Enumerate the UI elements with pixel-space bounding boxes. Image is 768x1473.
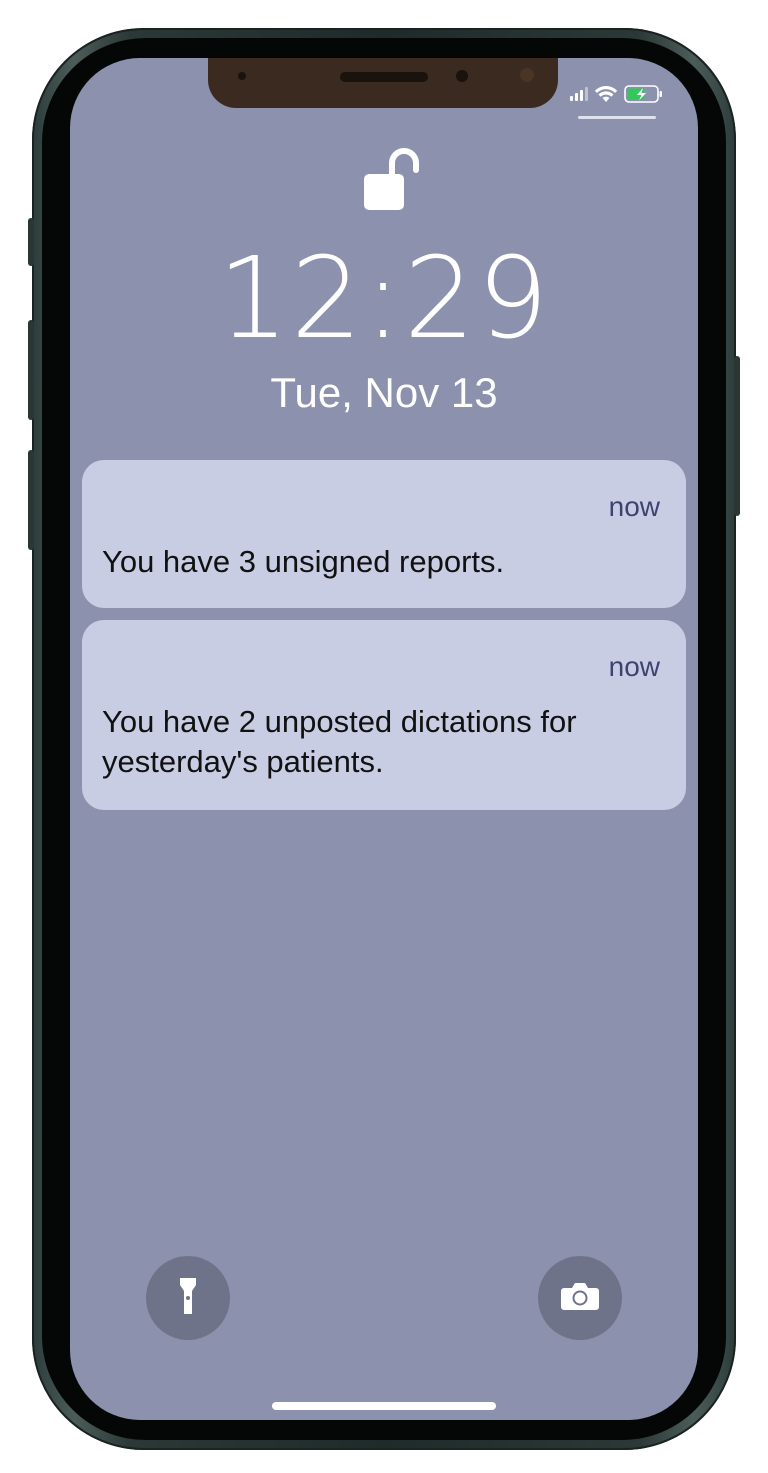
status-bar: [570, 84, 664, 104]
clock-time: 12:29: [217, 234, 551, 364]
notification-time: now: [608, 491, 660, 522]
volume-up-button: [28, 320, 34, 420]
notification-card[interactable]: now You have 3 unsigned reports.: [82, 460, 686, 608]
power-button: [734, 356, 740, 516]
ambient-sensor: [456, 70, 468, 82]
earpiece-speaker: [340, 72, 428, 82]
volume-down-button: [28, 450, 34, 550]
battery-charging-icon: [624, 84, 664, 104]
notification-card[interactable]: now You have 2 unposted dictations for y…: [82, 620, 686, 810]
front-camera: [520, 68, 534, 82]
notification-message: You have 3 unsigned reports.: [102, 544, 505, 579]
silent-switch: [28, 218, 34, 266]
wifi-icon: [594, 85, 618, 103]
camera-icon: [560, 1281, 600, 1316]
control-center-indicator[interactable]: [578, 116, 656, 119]
home-indicator[interactable]: [272, 1402, 496, 1410]
proximity-sensor: [238, 72, 246, 80]
signal-bars-icon: [570, 87, 588, 101]
notification-message: You have 2 unposted dictations for yeste…: [102, 704, 577, 779]
notch: [208, 58, 558, 108]
lock-screen: 12:29 Tue, Nov 13 now You have 3 unsigne…: [70, 58, 698, 1420]
flashlight-icon: [178, 1276, 198, 1321]
camera-button[interactable]: [538, 1256, 622, 1340]
notification-time: now: [608, 651, 660, 682]
clock-date: Tue, Nov 13: [270, 369, 498, 416]
unlocked-padlock-icon: [362, 146, 426, 212]
flashlight-button[interactable]: [146, 1256, 230, 1340]
page: 12:29 Tue, Nov 13 now You have 3 unsigne…: [0, 0, 768, 1473]
